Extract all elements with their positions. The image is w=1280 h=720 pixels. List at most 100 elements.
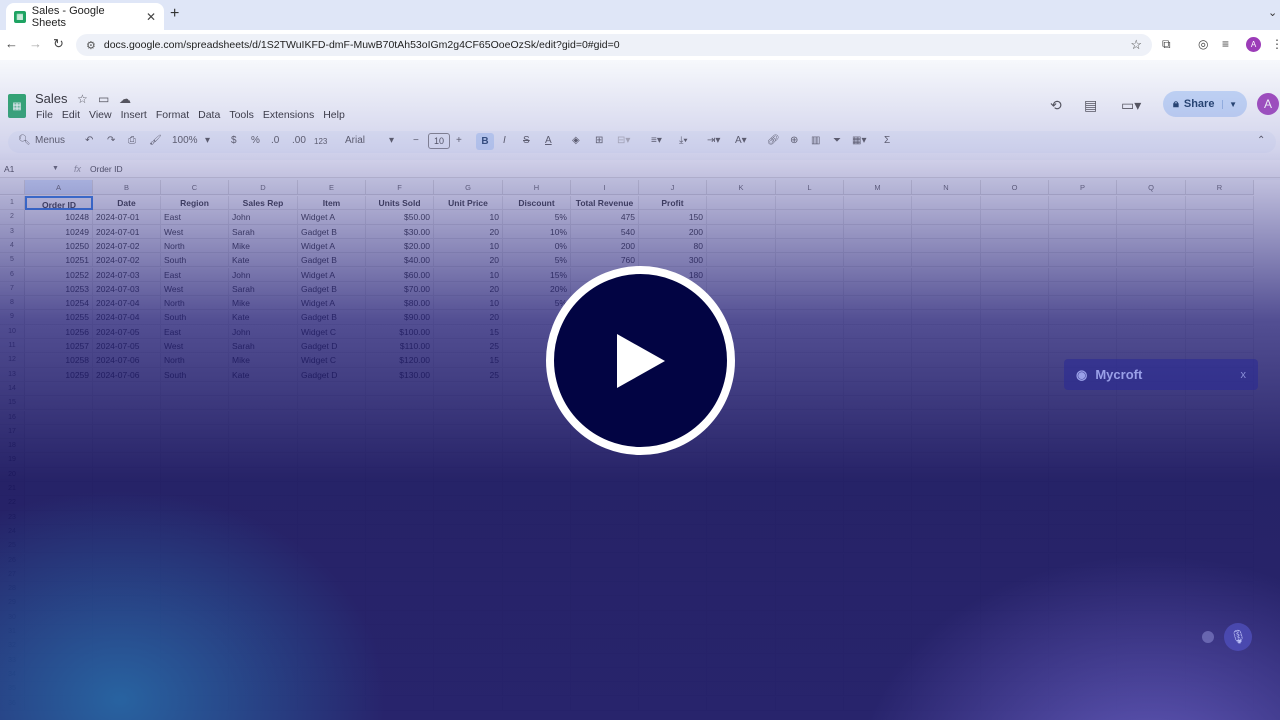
empty-cell[interactable] [434, 524, 503, 540]
empty-cell[interactable] [229, 625, 298, 640]
empty-cell[interactable] [503, 639, 571, 654]
empty-cell[interactable] [366, 682, 434, 697]
empty-cell[interactable] [639, 567, 707, 583]
empty-cell[interactable] [912, 224, 981, 239]
empty-cell[interactable] [1186, 253, 1254, 268]
empty-cell[interactable] [1049, 253, 1117, 268]
table-cell[interactable]: Kate [229, 310, 298, 325]
empty-cell[interactable] [434, 539, 503, 554]
empty-cell[interactable] [229, 653, 298, 668]
empty-cell[interactable] [1186, 439, 1254, 454]
empty-cell[interactable] [981, 281, 1049, 297]
empty-cell[interactable] [161, 696, 229, 711]
empty-cell[interactable] [912, 353, 981, 368]
empty-cell[interactable] [25, 639, 93, 654]
empty-cell[interactable] [639, 582, 707, 597]
empty-cell[interactable] [93, 510, 161, 525]
empty-cell[interactable] [912, 524, 981, 540]
empty-cell[interactable] [912, 496, 981, 511]
table-cell[interactable]: $110.00 [366, 339, 434, 354]
empty-cell[interactable] [1186, 267, 1254, 282]
empty-cell[interactable] [298, 582, 366, 597]
search-icon[interactable]: 🔍︎ [18, 135, 31, 146]
empty-cell[interactable] [912, 424, 981, 440]
table-cell[interactable]: 2024-07-01 [93, 210, 161, 225]
empty-cell[interactable] [981, 539, 1049, 554]
empty-cell[interactable] [776, 324, 844, 339]
empty-cell[interactable] [298, 682, 366, 697]
empty-cell[interactable] [366, 667, 434, 683]
empty-cell[interactable] [639, 553, 707, 568]
formula-input[interactable]: Order ID [90, 164, 123, 174]
empty-cell[interactable] [161, 582, 229, 597]
empty-cell[interactable] [434, 467, 503, 482]
empty-cell[interactable] [776, 424, 844, 440]
empty-cell[interactable] [298, 596, 366, 611]
merge-cells-icon[interactable]: ⊟▾ [617, 135, 630, 146]
row-header[interactable]: 15 [0, 396, 25, 411]
empty-cell[interactable] [571, 582, 639, 597]
empty-cell[interactable] [1186, 524, 1254, 540]
empty-cell[interactable] [912, 539, 981, 554]
empty-cell[interactable] [776, 238, 844, 254]
empty-cell[interactable] [1117, 396, 1186, 411]
empty-cell[interactable] [844, 424, 912, 440]
table-cell[interactable]: 10252 [25, 267, 93, 282]
empty-cell[interactable] [25, 467, 93, 482]
empty-cell[interactable] [912, 339, 981, 354]
empty-cell[interactable] [981, 367, 1049, 382]
currency-format-button[interactable]: $ [231, 135, 237, 146]
empty-cell[interactable] [639, 610, 707, 625]
empty-cell[interactable] [25, 625, 93, 640]
table-cell[interactable]: North [161, 296, 229, 311]
empty-cell[interactable] [571, 596, 639, 611]
table-cell[interactable]: 540 [571, 224, 639, 239]
empty-cell[interactable] [844, 439, 912, 454]
browser-menu-icon[interactable]: ⋮ [1271, 37, 1280, 51]
empty-cell[interactable] [707, 567, 776, 583]
empty-cell[interactable] [1186, 496, 1254, 511]
empty-cell[interactable] [1117, 639, 1186, 654]
empty-cell[interactable] [1186, 553, 1254, 568]
empty-cell[interactable] [1049, 510, 1117, 525]
table-cell[interactable]: 2024-07-04 [93, 296, 161, 311]
empty-cell[interactable] [1186, 596, 1254, 611]
empty-cell[interactable] [912, 310, 981, 325]
empty-cell[interactable] [298, 610, 366, 625]
empty-cell[interactable] [298, 467, 366, 482]
table-cell[interactable]: 2024-07-03 [93, 281, 161, 297]
empty-cell[interactable] [912, 253, 981, 268]
table-cell[interactable]: 2024-07-05 [93, 324, 161, 339]
table-cell[interactable]: Sarah [229, 281, 298, 297]
table-cell[interactable]: 20 [434, 281, 503, 297]
empty-cell[interactable] [25, 653, 93, 668]
table-cell[interactable]: 15% [503, 267, 571, 282]
empty-cell[interactable] [434, 625, 503, 640]
table-cell[interactable]: $50.00 [366, 210, 434, 225]
header-cell[interactable]: Sales Rep [229, 196, 298, 211]
empty-cell[interactable] [161, 539, 229, 554]
empty-cell[interactable] [844, 296, 912, 311]
table-cell[interactable]: South [161, 367, 229, 382]
empty-cell[interactable] [639, 682, 707, 697]
empty-cell[interactable] [844, 467, 912, 482]
empty-cell[interactable] [912, 696, 981, 711]
empty-cell[interactable] [298, 524, 366, 540]
empty-cell[interactable] [298, 424, 366, 440]
empty-cell[interactable] [912, 482, 981, 497]
empty-cell[interactable] [1049, 339, 1117, 354]
name-box-dropdown-icon[interactable]: ▼ [52, 165, 59, 172]
empty-cell[interactable] [707, 639, 776, 654]
empty-cell[interactable] [1117, 567, 1186, 583]
empty-cell[interactable] [844, 667, 912, 683]
header-cell[interactable]: Profit [639, 196, 707, 211]
column-header-q[interactable]: Q [1117, 180, 1186, 195]
table-cell[interactable]: Widget A [298, 267, 366, 282]
empty-cell[interactable] [1186, 210, 1254, 225]
empty-cell[interactable] [981, 210, 1049, 225]
empty-cell[interactable] [298, 381, 366, 397]
empty-cell[interactable] [366, 410, 434, 425]
empty-cell[interactable] [776, 453, 844, 468]
empty-cell[interactable] [434, 696, 503, 711]
empty-cell[interactable] [503, 682, 571, 697]
